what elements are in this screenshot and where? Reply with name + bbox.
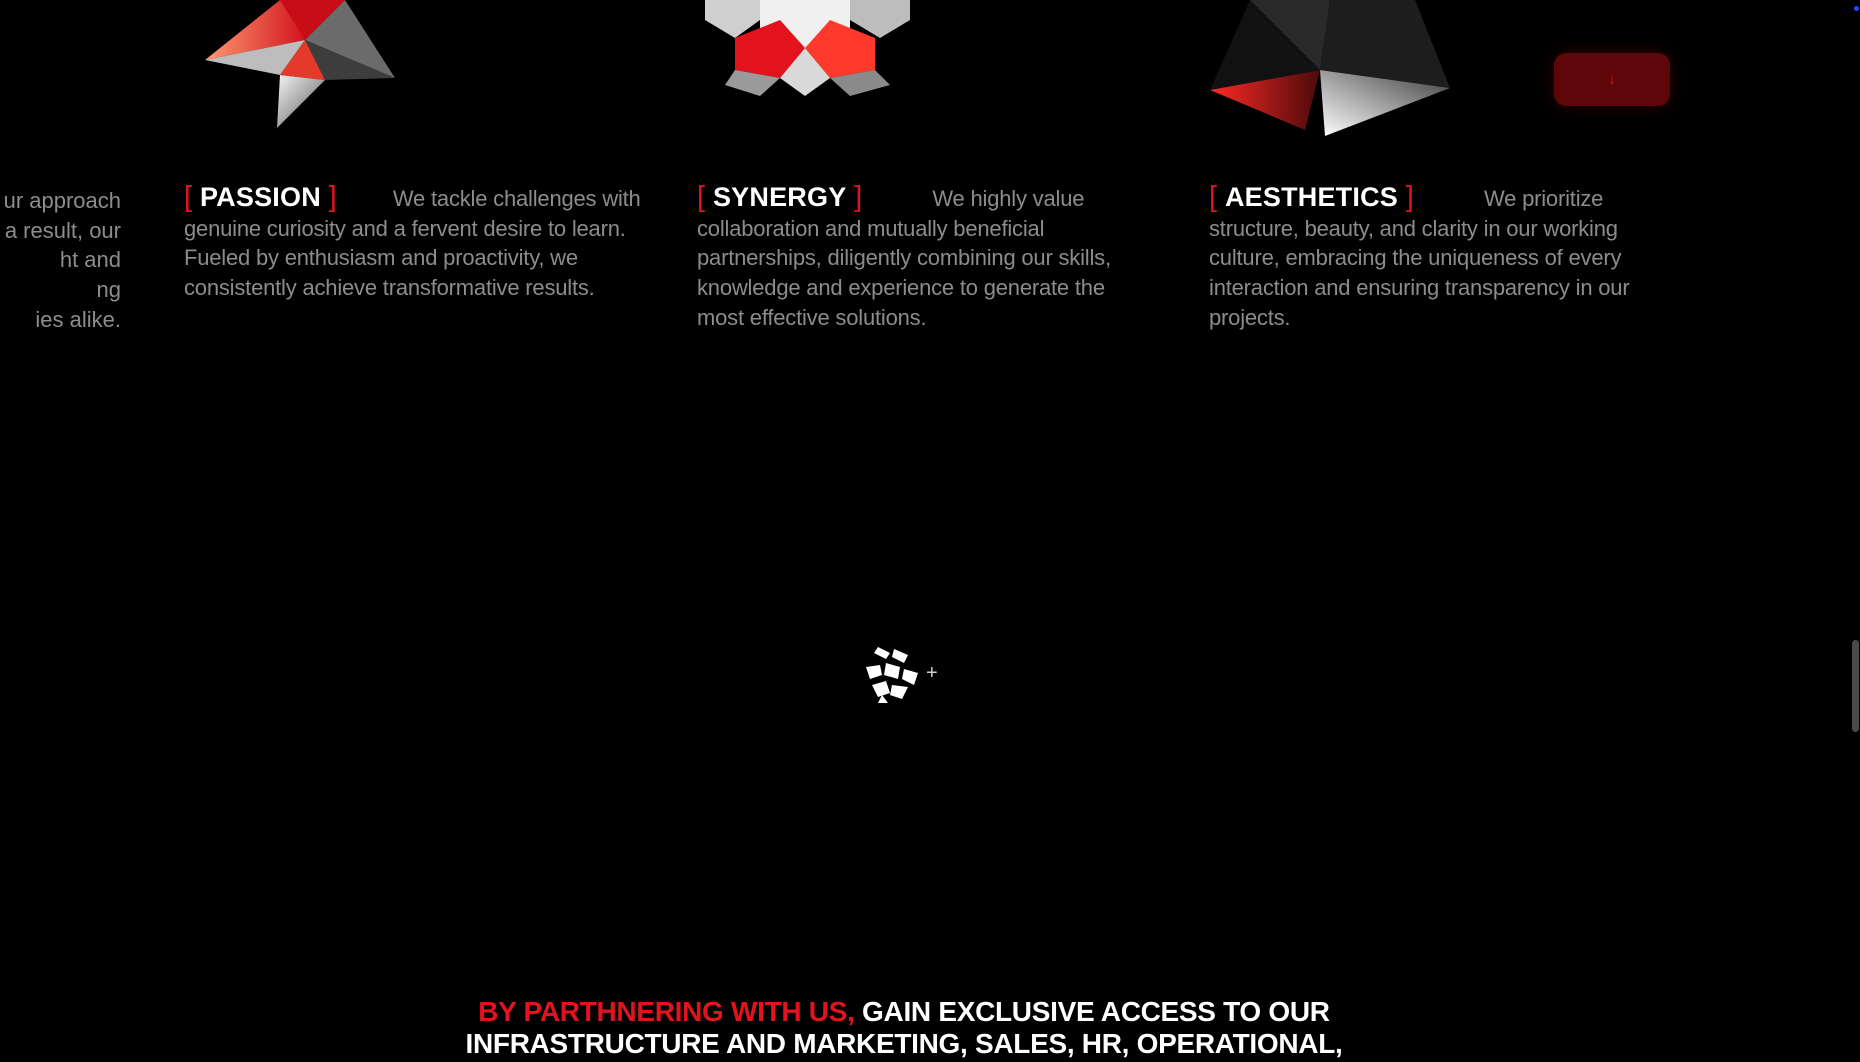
statement-highlight: BY PARTHNERING WITH US, [478, 996, 855, 1027]
value-title: [ AESTHETICS ] [1209, 182, 1414, 212]
value-title: [ PASSION ] [184, 182, 337, 212]
page-scrollbar[interactable] [1852, 640, 1859, 732]
big-heading-mask: JOIN THE FUTURA ECOSYSTEM [0, 836, 1860, 848]
synergy-cube-shape [700, 0, 915, 98]
bracket-close: ] [854, 181, 863, 213]
plus-icon: + [926, 662, 938, 684]
fragment-line: ur approach [3, 188, 121, 213]
big-heading: JOIN THE FUTURA ECOSYSTEM [0, 836, 1860, 848]
fragment-line: a result, our [4, 217, 121, 243]
value-title-text: AESTHETICS [1224, 182, 1398, 212]
value-passion: [ PASSION ] We tackle challenges with gen… [184, 182, 644, 303]
bracket-open: [ [184, 181, 193, 213]
bracket-open: [ [697, 181, 706, 213]
fragment-line: ng [96, 277, 121, 303]
value-title-text: SYNERGY [712, 182, 847, 212]
indicator-dot [1854, 6, 1859, 11]
bracket-close: ] [328, 181, 337, 213]
statement-line-1: BY PARTHNERING WITH US, GAIN EXCLUSIVE A… [0, 996, 1808, 1028]
partnership-statement: BY PARTHNERING WITH US, GAIN EXCLUSIVE A… [0, 996, 1808, 1060]
futura-logo-icon [864, 645, 920, 710]
bracket-close: ] [1405, 181, 1414, 213]
value-title: [ SYNERGY ] [697, 182, 862, 212]
arrow-down-icon: ↓ [1608, 70, 1616, 88]
statement-line-1-rest: GAIN EXCLUSIVE ACCESS TO OUR [862, 996, 1330, 1027]
fragment-line: ies alike. [35, 306, 121, 332]
passion-star-shape [185, 0, 405, 132]
fragment-line: ht and [59, 247, 121, 273]
aesthetics-pyramid-shape [1210, 0, 1455, 138]
bracket-open: [ [1209, 181, 1218, 213]
value-synergy: [ SYNERGY ] We highly value collaboration… [697, 182, 1147, 333]
value-aesthetics: [ AESTHETICS ] We prioritize structure, b… [1209, 182, 1664, 333]
previous-value-text-fragment: ur approach a result, our ht and ng ies … [0, 186, 121, 335]
statement-line-2: INFRASTRUCTURE AND MARKETING, SALES, HR,… [465, 1028, 1343, 1059]
value-title-text: PASSION [199, 182, 321, 212]
scroll-down-button[interactable]: ↓ [1554, 53, 1670, 106]
